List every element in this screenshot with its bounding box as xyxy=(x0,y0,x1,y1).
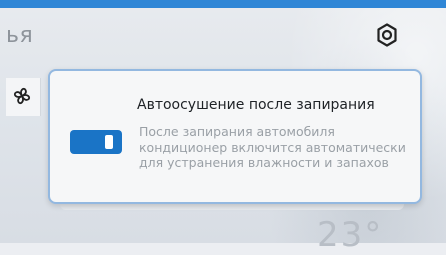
toggle-knob xyxy=(105,135,113,149)
auto-dry-toggle[interactable] xyxy=(70,130,122,154)
auto-dry-dialog: Автоосушение после запирания После запир… xyxy=(48,69,422,204)
gear-icon xyxy=(377,23,397,47)
fan-mode-button[interactable] xyxy=(6,78,41,116)
settings-button[interactable] xyxy=(373,21,401,49)
top-accent-strip xyxy=(0,0,446,8)
dialog-title: Автоосушение после запирания xyxy=(137,97,375,113)
fan-icon xyxy=(13,87,31,105)
dialog-description: После запирания автомобиля кондиционер в… xyxy=(139,124,406,170)
background-screen-title: ья xyxy=(6,23,34,48)
background-temperature: 23° xyxy=(317,215,384,255)
